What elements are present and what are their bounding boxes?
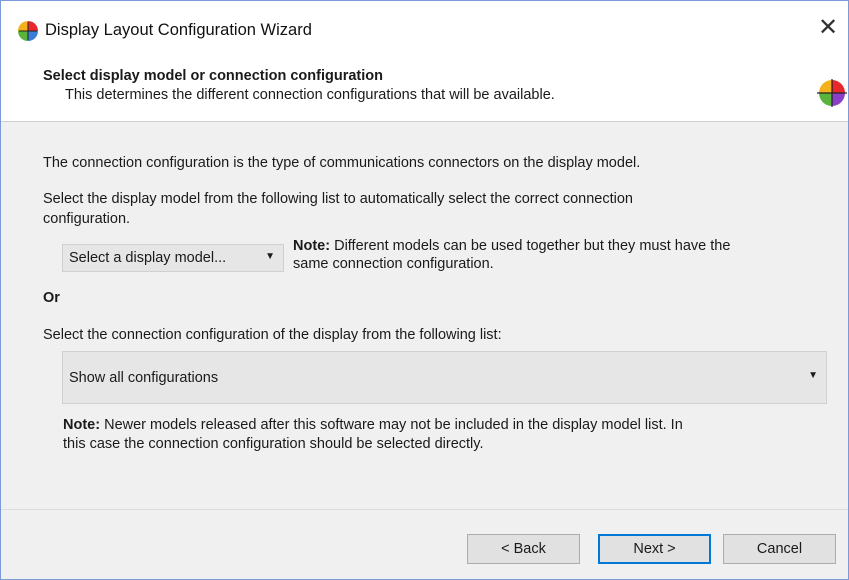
chevron-down-icon: ▼ <box>265 251 275 262</box>
close-icon: ✕ <box>817 13 839 41</box>
next-button[interactable]: Next > <box>598 534 711 564</box>
connection-config-dropdown[interactable]: Show all configurations ▼ <box>62 351 827 404</box>
back-button[interactable]: < Back <box>467 534 580 564</box>
model-note-line-2: same connection configuration. <box>293 256 494 272</box>
window-title: Display Layout Configuration Wizard <box>45 21 312 39</box>
button-bar: < Back Next > Cancel <box>1 509 848 579</box>
instruction-line-1: Select the display model from the follow… <box>43 191 633 207</box>
note-label: Note: <box>293 238 331 254</box>
bottom-note-line-1: Newer models released after this softwar… <box>100 417 683 433</box>
instruction-line-2: configuration. <box>43 211 131 227</box>
color-wheel-icon <box>817 79 847 107</box>
wizard-window: Display Layout Configuration Wizard ✕ Se… <box>0 0 849 580</box>
color-wheel-icon <box>18 21 38 41</box>
bottom-note: Note: Newer models released after this s… <box>63 416 823 454</box>
cancel-button[interactable]: Cancel <box>723 534 836 564</box>
page-title: Select display model or connection confi… <box>43 68 383 84</box>
config-instruction: Select the connection configuration of t… <box>43 327 502 343</box>
model-note: Note: Different models can be used toget… <box>293 237 823 273</box>
connection-config-value: Show all configurations <box>69 369 219 386</box>
bottom-note-line-2: this case the connection configuration s… <box>63 436 484 452</box>
close-button[interactable]: ✕ <box>808 7 848 47</box>
model-note-line-1: Different models can be used together bu… <box>330 238 731 254</box>
display-model-value: Select a display model... <box>69 250 227 266</box>
wizard-header: Select display model or connection confi… <box>1 49 848 122</box>
intro-text: The connection configuration is the type… <box>43 155 641 171</box>
page-subtitle: This determines the different connection… <box>65 87 555 103</box>
note-label: Note: <box>63 417 101 433</box>
display-model-dropdown[interactable]: Select a display model... ▼ <box>62 244 284 272</box>
or-label: Or <box>43 290 60 306</box>
chevron-down-icon: ▼ <box>808 370 818 381</box>
title-bar: Display Layout Configuration Wizard ✕ <box>1 1 848 49</box>
